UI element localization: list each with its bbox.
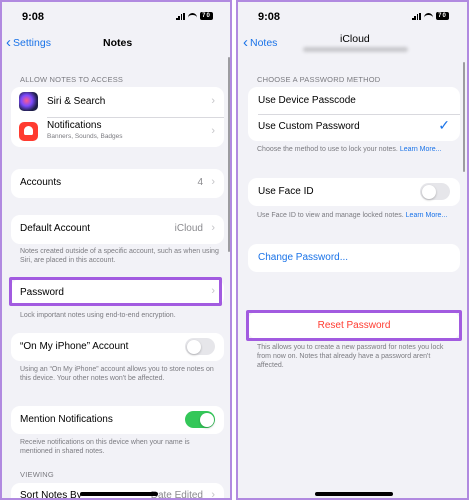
chevron-left-icon: ‹ bbox=[6, 34, 11, 51]
notifications-label: Notifications bbox=[47, 120, 102, 131]
back-button[interactable]: ‹ Notes bbox=[243, 34, 278, 51]
use-face-id-row: Use Face ID bbox=[248, 178, 460, 206]
change-password-label: Change Password... bbox=[258, 252, 349, 263]
notes-settings-screen: 9:08 70 ‹ Settings Notes ALLOW NOTES TO … bbox=[0, 0, 232, 500]
icloud-password-screen: 9:08 70 ‹ Notes iCloud CHOOSE A PASSWORD… bbox=[236, 0, 469, 500]
redacted-account-email bbox=[303, 47, 408, 52]
home-indicator[interactable] bbox=[315, 492, 393, 496]
password-method-group: Use Device Passcode Use Custom Password … bbox=[248, 87, 460, 141]
accounts-label: Accounts bbox=[20, 177, 62, 188]
section-header-allow: ALLOW NOTES TO ACCESS bbox=[20, 75, 124, 84]
on-my-iphone-row: “On My iPhone” Account bbox=[11, 333, 224, 361]
chevron-left-icon: ‹ bbox=[243, 34, 248, 51]
chevron-right-icon: › bbox=[211, 95, 215, 107]
accounts-value: 4 bbox=[197, 177, 203, 188]
on-my-iphone-toggle[interactable] bbox=[185, 338, 215, 355]
use-face-id-label: Use Face ID bbox=[258, 186, 314, 197]
mention-notifications-toggle[interactable] bbox=[185, 411, 215, 428]
sort-notes-value: Date Edited bbox=[150, 490, 203, 500]
password-highlight-box bbox=[9, 277, 222, 306]
status-time: 9:08 bbox=[22, 11, 45, 23]
notifications-row[interactable]: Notifications Banners, Sounds, Badges › bbox=[11, 117, 224, 147]
signal-icon bbox=[412, 12, 421, 20]
chevron-right-icon: › bbox=[211, 125, 215, 137]
wifi-icon bbox=[188, 12, 197, 20]
method-footer: Choose the method to use to lock your no… bbox=[257, 145, 457, 154]
home-indicator[interactable] bbox=[80, 492, 158, 496]
allow-access-group: Siri & Search › Notifications Banners, S… bbox=[11, 87, 224, 147]
back-button[interactable]: ‹ Settings bbox=[6, 34, 51, 51]
status-time: 9:08 bbox=[258, 11, 281, 23]
face-id-toggle[interactable] bbox=[420, 183, 450, 200]
status-icons: 70 bbox=[412, 12, 449, 20]
toggle-knob bbox=[199, 412, 214, 427]
use-custom-password-label: Use Custom Password bbox=[258, 121, 360, 132]
method-footer-text: Choose the method to use to lock your no… bbox=[257, 146, 398, 153]
sort-notes-label: Sort Notes By bbox=[20, 490, 82, 500]
change-password-row[interactable]: Change Password... bbox=[248, 244, 460, 272]
use-device-passcode-label: Use Device Passcode bbox=[258, 95, 356, 106]
back-label: Notes bbox=[250, 37, 278, 49]
status-icons: 70 bbox=[176, 12, 213, 20]
reset-password-highlight-box bbox=[246, 310, 462, 341]
siri-search-label: Siri & Search bbox=[47, 96, 106, 107]
default-account-row[interactable]: Default Account iCloud › bbox=[11, 215, 224, 244]
wifi-icon bbox=[424, 12, 433, 20]
password-footer: Lock important notes using end-to-end en… bbox=[20, 312, 176, 319]
mention-notifications-row: Mention Notifications bbox=[11, 406, 224, 434]
mention-notifications-label: Mention Notifications bbox=[20, 414, 113, 425]
mention-notifications-footer: Receive notifications on this device whe… bbox=[20, 439, 190, 455]
face-id-footer: Use Face ID to view and manage locked no… bbox=[257, 211, 457, 220]
toggle-knob bbox=[421, 184, 436, 199]
checkmark-icon: ✓ bbox=[438, 117, 450, 133]
accounts-row[interactable]: Accounts 4 › bbox=[11, 169, 224, 198]
use-device-passcode-row[interactable]: Use Device Passcode bbox=[248, 87, 460, 114]
scroll-indicator[interactable] bbox=[463, 62, 465, 172]
default-account-label: Default Account bbox=[20, 223, 91, 234]
method-learn-more-link[interactable]: Learn More... bbox=[400, 146, 442, 153]
notifications-icon bbox=[19, 122, 38, 141]
siri-icon bbox=[19, 92, 38, 111]
notifications-sublabel: Banners, Sounds, Badges bbox=[47, 133, 123, 140]
battery-icon: 70 bbox=[200, 12, 213, 20]
battery-icon: 70 bbox=[436, 12, 449, 20]
chevron-right-icon: › bbox=[211, 489, 215, 500]
chevron-right-icon: › bbox=[211, 222, 215, 234]
face-id-footer-text: Use Face ID to view and manage locked no… bbox=[257, 212, 404, 219]
siri-search-row[interactable]: Siri & Search › bbox=[11, 87, 224, 117]
page-title: Notes bbox=[103, 37, 133, 49]
on-my-iphone-footer: Using an “On My iPhone” account allows y… bbox=[20, 366, 214, 382]
reset-password-footer: This allows you to create a new password… bbox=[257, 344, 444, 369]
use-custom-password-row[interactable]: Use Custom Password ✓ bbox=[248, 114, 460, 141]
on-my-iphone-label: “On My iPhone” Account bbox=[20, 341, 129, 352]
page-title: iCloud bbox=[340, 33, 370, 45]
chevron-right-icon: › bbox=[211, 176, 215, 188]
scroll-indicator[interactable] bbox=[228, 57, 230, 252]
bell-shape bbox=[24, 126, 33, 135]
section-header-viewing: VIEWING bbox=[20, 470, 54, 479]
default-account-footer: Notes created outside of a specific acco… bbox=[20, 248, 219, 264]
face-id-learn-more-link[interactable]: Learn More... bbox=[406, 212, 448, 219]
default-account-value: iCloud bbox=[174, 223, 203, 234]
toggle-knob bbox=[186, 339, 201, 354]
back-label: Settings bbox=[13, 37, 51, 49]
signal-icon bbox=[176, 12, 185, 20]
section-header-method: CHOOSE A PASSWORD METHOD bbox=[257, 75, 381, 84]
